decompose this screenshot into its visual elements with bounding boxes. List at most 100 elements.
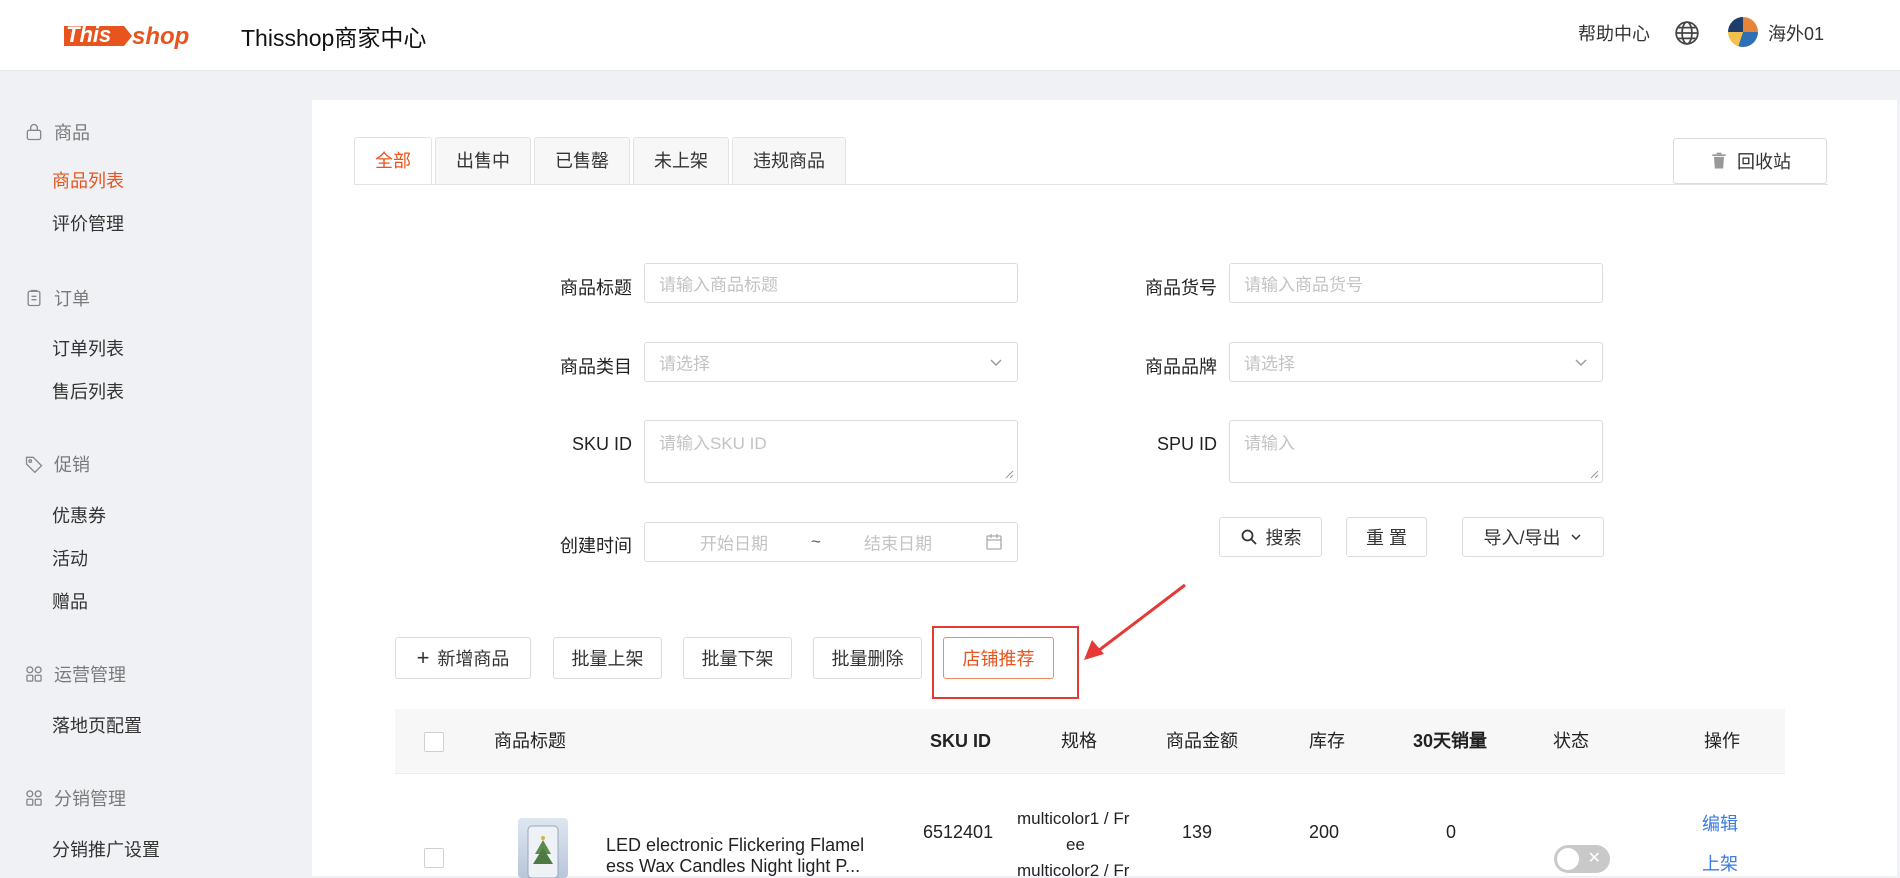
tab-not-listed[interactable]: 未上架 — [633, 137, 729, 185]
sku-id-textarea[interactable]: 请输入SKU ID — [644, 420, 1018, 483]
sidebar-item-reviews[interactable]: 评价管理 — [52, 210, 124, 236]
sidebar-item-distribution-settings[interactable]: 分销推广设置 — [52, 836, 160, 862]
sidebar-group-label: 订单 — [54, 289, 90, 309]
tab-on-sale[interactable]: 出售中 — [435, 137, 531, 185]
product-title-input[interactable]: 请输入商品标题 — [644, 263, 1018, 303]
svg-text:shop: shop — [132, 23, 189, 50]
lock-icon — [26, 123, 42, 141]
sku-id-cell: 6512401 — [923, 822, 994, 842]
sidebar-group-promotion[interactable]: 促销 — [24, 451, 90, 477]
sales-cell: 0 — [1446, 822, 1457, 842]
row-checkbox[interactable] — [424, 848, 444, 868]
range-separator: ~ — [811, 532, 821, 551]
plus-icon: + — [416, 645, 430, 670]
price-cell: 139 — [1182, 822, 1213, 842]
svg-text:This: This — [66, 22, 111, 47]
status-tabs: 全部 出售中 已售罄 未上架 违规商品 — [354, 137, 849, 185]
sidebar: 商品 商品列表 评价管理 订单 订单列表 售后列表 促销 优惠券 活动 赠品 运… — [0, 71, 312, 876]
globe-icon[interactable] — [1674, 20, 1700, 46]
spu-id-textarea[interactable]: 请输入 — [1229, 420, 1603, 483]
spec-line: multicolor1 / Fr — [1017, 809, 1130, 828]
list-link[interactable]: 上架 — [1702, 850, 1738, 876]
col-actions: 操作 — [1704, 731, 1740, 751]
recycle-bin-label: 回收站 — [1737, 152, 1791, 172]
tabs-divider — [354, 184, 1828, 185]
col-price: 商品金额 — [1166, 731, 1238, 751]
sidebar-group-label: 商品 — [54, 123, 90, 143]
help-center-link[interactable]: 帮助中心 — [1578, 20, 1650, 46]
candle-image — [527, 825, 559, 878]
sidebar-group-orders[interactable]: 订单 — [24, 285, 90, 311]
start-date-input[interactable]: 开始日期 — [700, 530, 768, 555]
app-title: Thisshop商家中心 — [241, 25, 427, 51]
grid-icon — [26, 666, 42, 682]
status-toggle[interactable]: ✕ — [1554, 845, 1610, 873]
date-range-picker[interactable]: 开始日期 ~ 结束日期 — [644, 522, 1018, 562]
label-product-code: 商品货号 — [1145, 278, 1217, 298]
label-spu-id: SPU ID — [1156, 434, 1217, 454]
chevron-down-icon — [1575, 359, 1587, 366]
sidebar-item-gifts[interactable]: 赠品 — [52, 588, 88, 614]
brand-select[interactable]: 请选择 — [1229, 342, 1603, 382]
logo[interactable]: This shop — [62, 12, 206, 56]
resize-handle-icon[interactable] — [1004, 469, 1014, 479]
sidebar-group-goods[interactable]: 商品 — [24, 119, 90, 145]
placeholder: 请输入SKU ID — [659, 434, 767, 453]
product-code-input[interactable]: 请输入商品货号 — [1229, 263, 1603, 303]
col-stock: 库存 — [1309, 731, 1345, 751]
sidebar-item-product-list[interactable]: 商品列表 — [52, 167, 124, 193]
search-icon — [1241, 529, 1257, 545]
select-all-checkbox[interactable] — [424, 732, 444, 752]
add-product-label: 新增商品 — [437, 649, 510, 669]
chevron-down-icon — [1570, 534, 1581, 541]
clipboard-icon — [27, 289, 41, 307]
sidebar-group-operations[interactable]: 运营管理 — [24, 661, 126, 687]
search-button-label: 搜索 — [1265, 528, 1302, 548]
end-date-input[interactable]: 结束日期 — [864, 530, 932, 555]
sidebar-item-aftersale[interactable]: 售后列表 — [52, 378, 124, 404]
close-icon: ✕ — [1587, 850, 1601, 867]
add-product-button[interactable]: + 新增商品 — [395, 637, 531, 679]
avatar[interactable] — [1728, 17, 1758, 47]
toggle-knob — [1557, 848, 1579, 870]
resize-handle-icon[interactable] — [1589, 469, 1599, 479]
sidebar-item-activities[interactable]: 活动 — [52, 545, 88, 571]
tab-violations[interactable]: 违规商品 — [732, 137, 846, 185]
edit-link[interactable]: 编辑 — [1702, 810, 1738, 836]
sidebar-group-distribution[interactable]: 分销管理 — [24, 785, 126, 811]
import-export-button[interactable]: 导入/导出 — [1462, 517, 1604, 557]
sidebar-item-coupons[interactable]: 优惠券 — [52, 502, 106, 528]
table-header: 商品标题 SKU ID 规格 商品金额 库存 30天销量 状态 操作 — [395, 709, 1785, 774]
sidebar-item-order-list[interactable]: 订单列表 — [52, 335, 124, 361]
col-sales-30d: 30天销量 — [1413, 731, 1488, 751]
annotation-arrow-icon — [1084, 583, 1186, 660]
placeholder: 请输入商品标题 — [659, 275, 778, 295]
tab-sold-out[interactable]: 已售罄 — [534, 137, 630, 185]
user-name[interactable]: 海外01 — [1768, 20, 1824, 46]
product-thumbnail[interactable] — [518, 818, 568, 878]
col-title: 商品标题 — [494, 731, 566, 751]
search-button[interactable]: 搜索 — [1219, 517, 1322, 557]
stock-cell: 200 — [1309, 822, 1340, 842]
highlight-box — [932, 626, 1079, 699]
reset-button[interactable]: 重 置 — [1346, 517, 1427, 557]
top-header: This shop Thisshop商家中心 帮助中心 海外01 — [0, 0, 1900, 71]
label-product-title: 商品标题 — [560, 278, 632, 298]
category-select[interactable]: 请选择 — [644, 342, 1018, 382]
chevron-down-icon — [990, 359, 1002, 366]
label-brand: 商品品牌 — [1145, 357, 1217, 377]
batch-unlist-button[interactable]: 批量下架 — [683, 637, 792, 679]
placeholder: 请输入商品货号 — [1244, 275, 1363, 295]
batch-delete-button[interactable]: 批量删除 — [813, 637, 922, 679]
sidebar-item-landing-config[interactable]: 落地页配置 — [52, 712, 142, 738]
placeholder: 请选择 — [1244, 354, 1295, 374]
sidebar-group-label: 运营管理 — [54, 665, 126, 685]
tab-all[interactable]: 全部 — [354, 137, 432, 185]
col-sku-id: SKU ID — [930, 731, 992, 751]
product-title-line[interactable]: LED electronic Flickering Flamel — [606, 835, 864, 856]
sidebar-group-label: 分销管理 — [54, 789, 126, 809]
recycle-bin-button[interactable]: 回收站 — [1673, 138, 1827, 184]
col-spec: 规格 — [1061, 731, 1097, 751]
batch-list-button[interactable]: 批量上架 — [553, 637, 662, 679]
product-title-line[interactable]: ess Wax Candles Night light P... — [606, 856, 860, 877]
